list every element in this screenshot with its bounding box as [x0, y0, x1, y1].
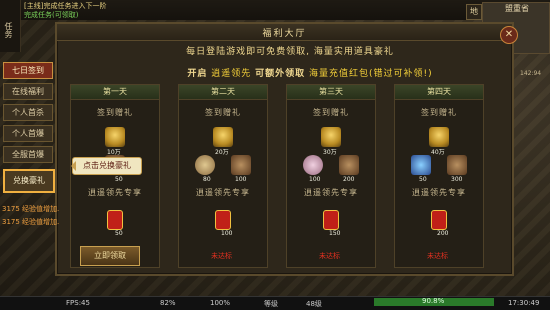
exp-progress-bar: 90.8%	[374, 297, 494, 306]
reward-qty: 50	[115, 230, 123, 237]
tab-personal-first-kill[interactable]: 个人首杀	[3, 104, 53, 121]
exchange-tooltip[interactable]: 点击兑换豪礼	[71, 157, 142, 175]
red-packet-icon[interactable]	[215, 210, 231, 230]
reward-qty: 40万	[431, 149, 445, 156]
day-title: 第一天	[71, 85, 159, 100]
shell-reward-icon[interactable]	[195, 155, 215, 175]
exp-message: 3175 经验值增加.	[2, 205, 60, 213]
reward-qty: 200	[437, 230, 449, 237]
reward-qty: 150	[329, 230, 341, 237]
sign-label: 签到赠礼	[313, 108, 349, 117]
fps-readout: FPS:45	[66, 299, 90, 307]
dialog-title: 福利大厅	[262, 29, 307, 39]
sign-label: 签到赠礼	[205, 108, 241, 117]
reward-qty: 100	[221, 230, 233, 237]
vip-label: 逍遥领先专享	[412, 188, 466, 197]
tab-server-first-drop[interactable]: 全服首爆	[3, 146, 53, 163]
gold-ingot-icon[interactable]	[321, 127, 341, 147]
red-packet-icon[interactable]	[323, 210, 339, 230]
lotus-reward-icon[interactable]	[303, 155, 323, 175]
beast-reward-icon[interactable]	[231, 155, 251, 175]
red-packet-icon[interactable]	[431, 210, 447, 230]
gold-ingot-icon[interactable]	[105, 127, 125, 147]
level-readout: 48级	[306, 300, 322, 308]
battery-readout: 82%	[160, 299, 176, 307]
headline2-highlight2: 海量充值红包(错过可补领!)	[309, 69, 433, 79]
reward-qty: 100	[309, 176, 321, 183]
reward-qty: 300	[451, 176, 463, 183]
exp-message: 3175 经验值增加.	[2, 218, 60, 226]
status-not-reached: 未达标	[211, 252, 232, 260]
tab-online-welfare[interactable]: 在线福利	[3, 83, 53, 100]
day-card-2: 第二天 签到赠礼 20万 80 100 逍遥领先专享 100 未达标	[178, 84, 268, 268]
map-coords: 142:94	[520, 70, 542, 77]
dialog-titlebar: 福利大厅	[57, 24, 512, 41]
reward-qty: 20万	[215, 149, 229, 156]
headline2-prefix: 开启	[187, 69, 208, 79]
beast-reward-icon[interactable]	[339, 155, 359, 175]
tab-seven-day-signin[interactable]: 七日签到	[3, 62, 53, 79]
tab-exchange-gifts[interactable]: 兑换豪礼	[3, 169, 55, 193]
task-tab[interactable]: 任务	[0, 0, 21, 52]
claim-button[interactable]: 立即领取	[80, 246, 140, 266]
quest-line-main: [主线]完成任务进入下一阶	[24, 2, 107, 10]
gold-ingot-icon[interactable]	[429, 127, 449, 147]
exp-percent: 90.8%	[422, 297, 445, 305]
vip-label: 逍遥领先专享	[196, 188, 250, 197]
level-label: 等级	[264, 300, 278, 308]
day-card-4: 第四天 签到赠礼 40万 50 300 逍遥领先专享 200 未达标	[394, 84, 484, 268]
reward-qty: 50	[115, 176, 123, 183]
reward-qty: 100	[235, 176, 247, 183]
quest-line-status: 完成任务(可领取)	[24, 11, 79, 19]
reward-qty: 200	[343, 176, 355, 183]
reward-qty: 50	[419, 176, 427, 183]
orb-reward-icon[interactable]	[411, 155, 431, 175]
sign-label: 签到赠礼	[421, 108, 457, 117]
sign-label: 签到赠礼	[97, 108, 133, 117]
map-button[interactable]: 地	[466, 4, 482, 20]
vip-label: 逍遥领先专享	[88, 188, 142, 197]
status-not-reached: 未达标	[427, 252, 448, 260]
close-button[interactable]: ✕	[500, 26, 518, 44]
day-title: 第三天	[287, 85, 375, 100]
quest-tracker[interactable]: [主线]完成任务进入下一阶 完成任务(可领取)	[24, 2, 106, 20]
headline-primary: 每日登陆游戏即可免费领取, 海量实用道具豪礼	[186, 47, 394, 57]
red-packet-icon[interactable]	[107, 210, 123, 230]
headline-secondary: 开启 逍遥领先 可额外领取 海量充值红包(错过可补领!)	[120, 66, 500, 79]
headline2-mid: 可额外领取	[255, 69, 306, 79]
map-name: 盟重省	[505, 4, 529, 13]
beast-reward-icon[interactable]	[447, 155, 467, 175]
welfare-tabs: 七日签到 在线福利 个人首杀 个人首爆 全服首爆 兑换豪礼	[3, 62, 55, 197]
day-title: 第二天	[179, 85, 267, 100]
task-tab-label: 任务	[4, 22, 13, 38]
volume-readout: 100%	[210, 299, 231, 307]
day-title: 第四天	[395, 85, 483, 100]
tab-personal-first-drop[interactable]: 个人首爆	[3, 125, 53, 142]
status-not-reached: 未达标	[319, 252, 340, 260]
reward-qty: 80	[203, 176, 211, 183]
headline2-highlight1: 逍遥领先	[211, 69, 252, 79]
reward-qty: 30万	[323, 149, 337, 156]
gold-ingot-icon[interactable]	[213, 127, 233, 147]
vip-label: 逍遥领先专享	[304, 188, 358, 197]
clock: 17:30:49	[508, 299, 540, 307]
day-card-1: 第一天 签到赠礼 10万 50 逍遥领先专享 50	[70, 84, 160, 268]
day-card-3: 第三天 签到赠礼 30万 100 200 逍遥领先专享 150 未达标	[286, 84, 376, 268]
